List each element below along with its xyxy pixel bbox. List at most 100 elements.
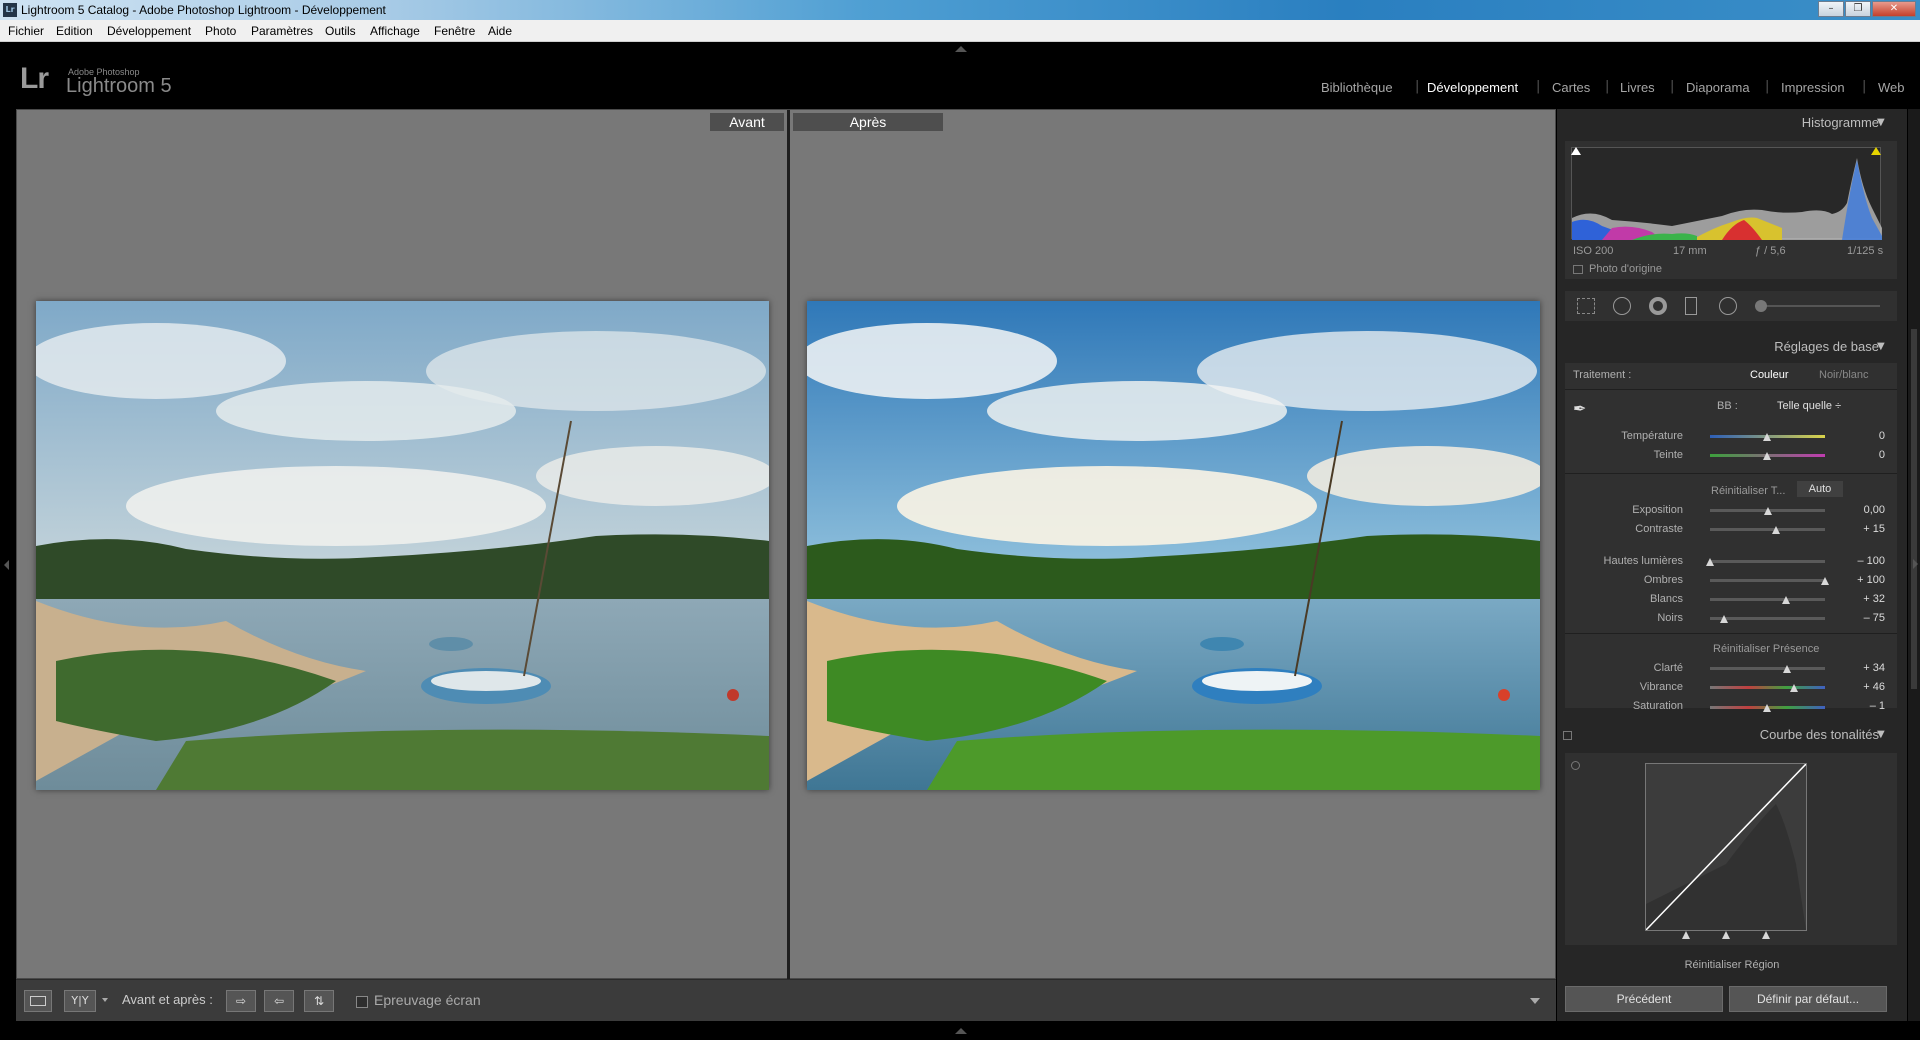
view-mode-dropdown-icon[interactable] [102, 998, 108, 1002]
blacks-value[interactable]: – 75 [1845, 612, 1885, 624]
clarity-value[interactable]: + 34 [1845, 662, 1885, 674]
previous-button[interactable]: Précédent [1565, 986, 1723, 1012]
exposure-value[interactable]: 0,00 [1845, 504, 1885, 516]
menu-fichier[interactable]: Fichier [8, 24, 44, 38]
presence-reset-label[interactable]: Réinitialiser Présence [1713, 643, 1819, 655]
proof-checkbox[interactable] [356, 996, 368, 1008]
whites-thumb[interactable] [1781, 596, 1790, 604]
tone-curve-toggle[interactable] [1563, 731, 1572, 740]
tone-curve-graph[interactable] [1645, 763, 1807, 931]
module-cartes[interactable]: Cartes [1552, 80, 1590, 95]
module-developpement[interactable]: Développement [1427, 80, 1518, 95]
contrast-value[interactable]: + 15 [1845, 523, 1885, 535]
tone-curve-header[interactable]: Courbe des tonalités [1557, 721, 1907, 749]
curve-split-thumb-2[interactable] [1722, 931, 1730, 939]
compare-divider[interactable] [787, 110, 790, 980]
treatment-color-option[interactable]: Couleur [1750, 369, 1789, 381]
histogram-header[interactable]: Histogramme [1557, 109, 1907, 137]
highlight-clipping-icon[interactable] [1871, 147, 1881, 155]
adjustment-brush-icon[interactable] [1755, 300, 1767, 312]
shadows-value[interactable]: + 100 [1845, 574, 1885, 586]
close-icon[interactable]: ✕ [1872, 1, 1916, 17]
menu-edition[interactable]: Edition [56, 24, 93, 38]
filmstrip-expand-icon[interactable] [955, 1028, 967, 1034]
highlights-thumb[interactable] [1706, 558, 1714, 566]
after-photo[interactable] [807, 301, 1540, 790]
menu-outils[interactable]: Outils [325, 24, 356, 38]
treatment-bw-option[interactable]: Noir/blanc [1819, 369, 1869, 381]
saturation-thumb[interactable] [1762, 704, 1771, 712]
menu-affichage[interactable]: Affichage [370, 24, 420, 38]
vibrance-thumb[interactable] [1789, 684, 1798, 692]
module-bibliotheque[interactable]: Bibliothèque [1321, 80, 1393, 95]
shadows-thumb[interactable] [1821, 577, 1829, 585]
tone-reset-label[interactable]: Réinitialiser T... [1711, 485, 1785, 497]
tint-thumb[interactable] [1763, 452, 1771, 460]
menu-parametres[interactable]: Paramètres [251, 24, 313, 38]
collapse-triangle-icon[interactable]: ▼ [1877, 341, 1885, 352]
exposure-thumb[interactable] [1763, 507, 1772, 515]
left-panel-expand-icon[interactable] [4, 560, 9, 570]
restore-icon[interactable]: ❐ [1845, 1, 1871, 17]
blacks-label: Noirs [1657, 612, 1683, 624]
arrow-left-icon: ⇦ [273, 994, 285, 1008]
module-diaporama[interactable]: Diaporama [1686, 80, 1750, 95]
module-livres[interactable]: Livres [1620, 80, 1655, 95]
original-photo-checkbox[interactable] [1573, 265, 1583, 274]
curve-split-thumb-3[interactable] [1762, 931, 1770, 939]
panel-collapse-top-icon[interactable] [955, 46, 967, 52]
highlights-value[interactable]: – 100 [1845, 555, 1885, 567]
adjustment-brush-slider[interactable] [1755, 305, 1880, 307]
before-after-view-button[interactable]: Y|Y [64, 990, 96, 1012]
clarity-slider[interactable] [1710, 667, 1825, 670]
menu-fenetre[interactable]: Fenêtre [434, 24, 475, 38]
contrast-thumb[interactable] [1772, 526, 1781, 534]
shadows-slider[interactable] [1710, 579, 1825, 582]
swap-before-after-button[interactable]: ⇅ [304, 990, 334, 1012]
collapse-triangle-icon[interactable]: ▼ [1877, 729, 1885, 740]
wb-dropdown[interactable]: Telle quelle ÷ [1777, 400, 1841, 412]
whites-value[interactable]: + 32 [1845, 593, 1885, 605]
curve-split-thumb-1[interactable] [1682, 931, 1690, 939]
module-web[interactable]: Web [1878, 80, 1905, 95]
contrast-slider[interactable] [1710, 528, 1825, 531]
before-photo[interactable] [36, 301, 769, 790]
highlights-slider[interactable] [1710, 560, 1825, 563]
menu-aide[interactable]: Aide [488, 24, 512, 38]
spot-removal-icon[interactable] [1613, 297, 1631, 315]
blacks-thumb[interactable] [1720, 615, 1729, 623]
radial-filter-icon[interactable] [1719, 297, 1737, 315]
tint-value[interactable]: 0 [1845, 449, 1885, 461]
collapse-triangle-icon[interactable]: ▼ [1877, 117, 1885, 128]
copy-before-to-after-button[interactable]: ⇨ [226, 990, 256, 1012]
graduated-filter-icon[interactable] [1685, 297, 1697, 315]
vibrance-value[interactable]: + 46 [1845, 681, 1885, 693]
temp-value[interactable]: 0 [1845, 430, 1885, 442]
red-eye-icon[interactable] [1649, 297, 1667, 315]
module-separator: | [1536, 79, 1541, 94]
menu-photo[interactable]: Photo [205, 24, 236, 38]
loupe-view-button[interactable] [24, 990, 52, 1012]
clarity-thumb[interactable] [1783, 665, 1792, 673]
reset-region-label[interactable]: Réinitialiser Région [1557, 959, 1907, 971]
temp-thumb[interactable] [1763, 433, 1771, 441]
right-panel-collapse-icon[interactable] [1913, 559, 1918, 569]
vibrance-slider[interactable] [1710, 686, 1825, 689]
basic-header[interactable]: Réglages de base [1557, 333, 1907, 361]
panel-scrollbar[interactable] [1911, 329, 1917, 689]
saturation-value[interactable]: – 1 [1845, 700, 1885, 712]
auto-tone-button[interactable]: Auto [1797, 481, 1843, 497]
whites-slider[interactable] [1710, 598, 1825, 601]
crop-icon[interactable] [1577, 298, 1595, 314]
exposure-label: Exposition [1632, 504, 1683, 516]
white-balance-picker-icon[interactable]: ✒ [1573, 399, 1597, 423]
menu-developpement[interactable]: Développement [107, 24, 191, 38]
toolbar-menu-icon[interactable] [1530, 998, 1540, 1004]
set-default-button[interactable]: Définir par défaut... [1729, 986, 1887, 1012]
minimize-icon[interactable]: – [1818, 1, 1844, 17]
histogram-graph[interactable] [1571, 147, 1882, 240]
shadow-clipping-icon[interactable] [1571, 147, 1581, 155]
module-impression[interactable]: Impression [1781, 80, 1845, 95]
targeted-adjustment-icon[interactable] [1571, 761, 1580, 770]
copy-after-to-before-button[interactable]: ⇦ [264, 990, 294, 1012]
